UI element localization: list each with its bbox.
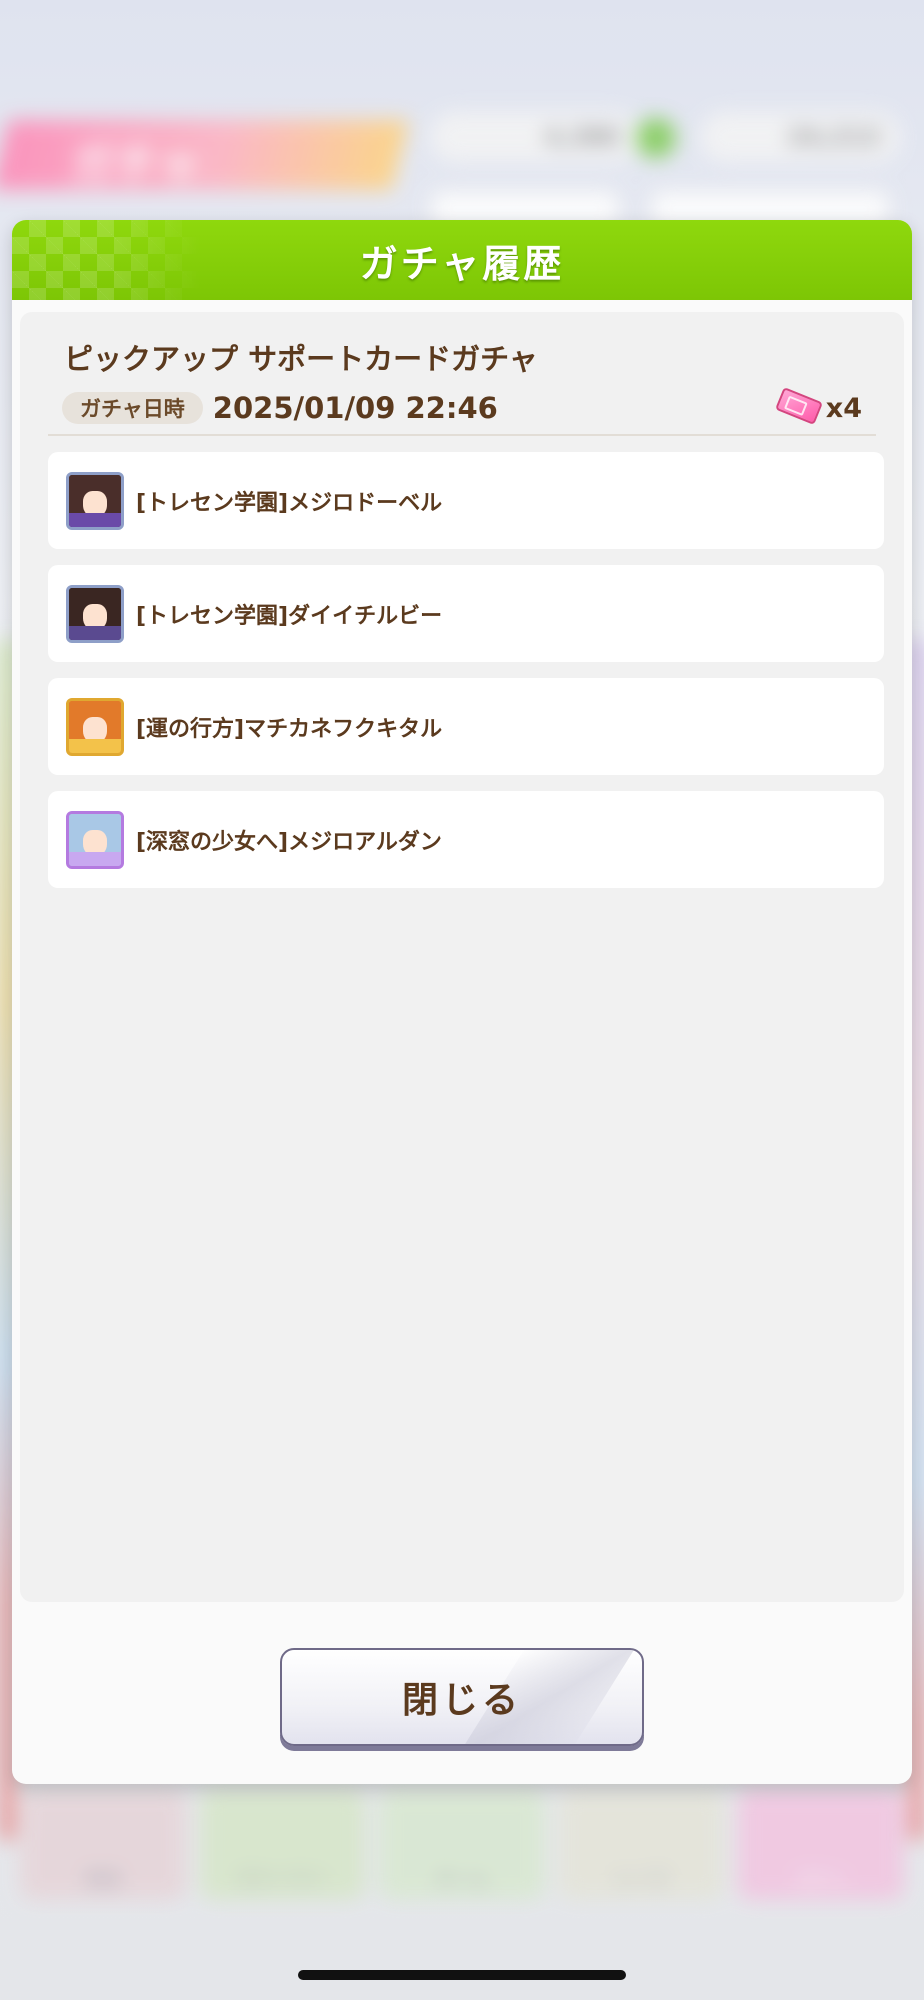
currency-jewels: 4,380 (430, 112, 640, 162)
screen-title: ガチャ (70, 139, 202, 190)
support-card-name: [深窓の少女へ]メジロアルダン (136, 829, 442, 855)
date-row: ガチャ日時 2025/01/09 22:46 x4 (62, 386, 862, 428)
dialog-header: ガチャ履歴 (12, 220, 912, 300)
divider (48, 434, 876, 436)
dialog-title: ガチャ履歴 (359, 241, 565, 286)
gacha-history-dialog: ガチャ履歴 ピックアップ サポートカードガチャ ガチャ日時 2025/01/09… (12, 220, 912, 1784)
card-result-row[interactable]: [トレセン学園]ダイイチルビー (48, 565, 884, 662)
card-result-list: [トレセン学園]メジロドーベル [トレセン学園]ダイイチルビー [運の行方]マチ… (48, 452, 884, 888)
support-card-name: [トレセン学園]ダイイチルビー (136, 603, 443, 629)
nav-item-race: レース (558, 1790, 725, 1900)
support-card-name: [トレセン学園]メジロドーベル (136, 490, 443, 516)
screen-header-band (0, 120, 409, 190)
support-card-thumbnail (66, 810, 124, 869)
ticket-icon (774, 386, 823, 425)
close-button[interactable]: 閉じる (280, 1648, 644, 1746)
support-card-name: [運の行方]マチカネフクキタル (136, 716, 443, 742)
add-currency-icon (636, 118, 676, 158)
support-card-thumbnail (66, 471, 124, 530)
support-card-thumbnail (66, 697, 124, 756)
nav-item-gacha: ガチャ (738, 1790, 904, 1900)
ticket-count: x4 (825, 392, 862, 424)
nav-item-home: ホーム (379, 1790, 545, 1900)
currency-money: 24,213 (700, 112, 900, 162)
date-label: ガチャ日時 (62, 392, 203, 424)
support-card-thumbnail (66, 584, 124, 643)
bottom-nav: 育成 ストーリー ホーム レース ガチャ (20, 1790, 904, 1910)
ticket-usage: x4 (774, 386, 862, 425)
home-indicator[interactable] (298, 1970, 626, 1980)
card-result-row[interactable]: [トレセン学園]メジロドーベル (48, 452, 884, 549)
card-result-row[interactable]: [運の行方]マチカネフクキタル (48, 678, 884, 775)
gacha-name: ピックアップ サポートカードガチャ (64, 342, 538, 376)
card-result-row[interactable]: [深窓の少女へ]メジロアルダン (48, 791, 884, 888)
close-button-label: 閉じる (401, 1680, 522, 1721)
date-value: 2025/01/09 22:46 (212, 391, 498, 425)
header-pattern (12, 220, 202, 300)
history-content-panel[interactable]: ピックアップ サポートカードガチャ ガチャ日時 2025/01/09 22:46… (20, 312, 904, 1602)
nav-item-story: ストーリー (199, 1790, 366, 1900)
bg-sidebar-right (910, 640, 924, 1840)
nav-item-training: 育成 (20, 1790, 186, 1900)
